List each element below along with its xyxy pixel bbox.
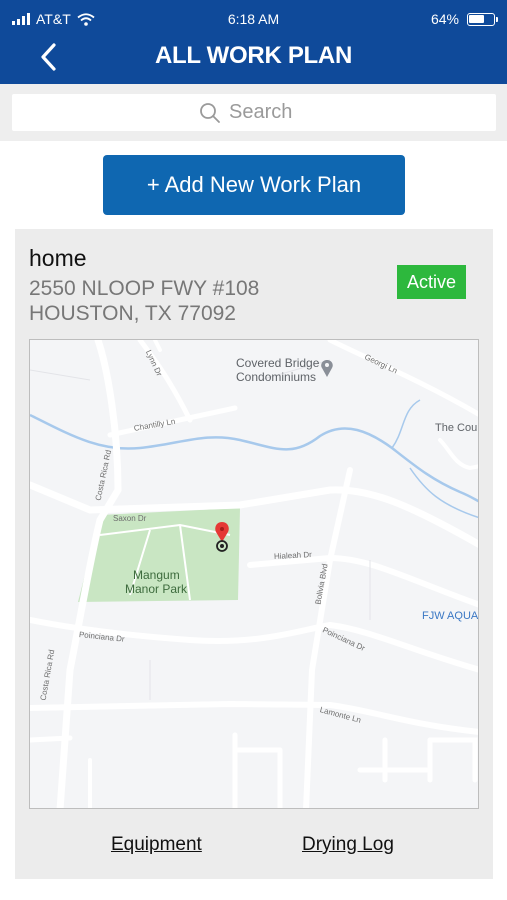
map-poi-line-2: Condominiums bbox=[236, 370, 317, 384]
drying-log-link[interactable]: Drying Log bbox=[302, 834, 394, 856]
road-lower-left bbox=[30, 735, 73, 743]
search-icon bbox=[200, 102, 220, 123]
road-lynn-2 bbox=[153, 340, 162, 352]
road-cul-2 bbox=[357, 737, 433, 783]
add-work-plan-button[interactable]: + Add New Work Plan bbox=[103, 155, 405, 215]
road-georgi bbox=[327, 340, 478, 417]
road-cul-3 bbox=[427, 737, 478, 783]
equipment-link[interactable]: Equipment bbox=[111, 834, 202, 856]
map-business-2: FJW AQUA bbox=[422, 610, 479, 622]
search-bar bbox=[0, 84, 507, 141]
battery-percent: 64% bbox=[430, 11, 459, 27]
map-canvas bbox=[30, 340, 478, 808]
poi-pin-icon bbox=[321, 360, 333, 377]
road-poinciana bbox=[30, 617, 478, 673]
street-label-saxon: Saxon Dr bbox=[113, 514, 147, 523]
status-badge: Active bbox=[397, 265, 466, 299]
map-park-line-1: Mangum bbox=[133, 568, 180, 582]
road-ne-curve bbox=[438, 438, 478, 471]
page-title: ALL WORK PLAN bbox=[155, 42, 352, 69]
work-plan-card[interactable]: home 2550 NLOOP FWY #108 HOUSTON, TX 770… bbox=[15, 229, 493, 879]
road-lamonte bbox=[30, 700, 478, 735]
work-plan-name: home bbox=[29, 245, 87, 271]
battery-icon bbox=[467, 12, 498, 26]
map-poi-line-1: Covered Bridge bbox=[236, 356, 320, 370]
location-map[interactable]: Covered Bridge Condominiums The Cou Mang… bbox=[29, 339, 479, 809]
status-bar: AT&T 6:18 AM 64% bbox=[0, 0, 507, 36]
nav-bar: ALL WORK PLAN bbox=[0, 36, 507, 84]
search-input[interactable] bbox=[229, 101, 309, 124]
app-header: AT&T 6:18 AM 64% ALL WORK PLAN bbox=[0, 0, 507, 84]
road-cul-1 bbox=[232, 732, 283, 808]
creek-branch bbox=[391, 399, 421, 449]
address-line-1: 2550 NLOOP FWY #108 bbox=[29, 277, 260, 300]
map-park-line-2: Manor Park bbox=[125, 582, 188, 596]
lot-line-1 bbox=[30, 369, 91, 381]
search-field[interactable] bbox=[12, 94, 496, 131]
card-links: Equipment Drying Log bbox=[15, 834, 493, 864]
address-line-2: HOUSTON, TX 77092 bbox=[29, 302, 236, 325]
road-hialeah bbox=[247, 554, 478, 608]
map-business-1: The Cou bbox=[435, 422, 478, 434]
